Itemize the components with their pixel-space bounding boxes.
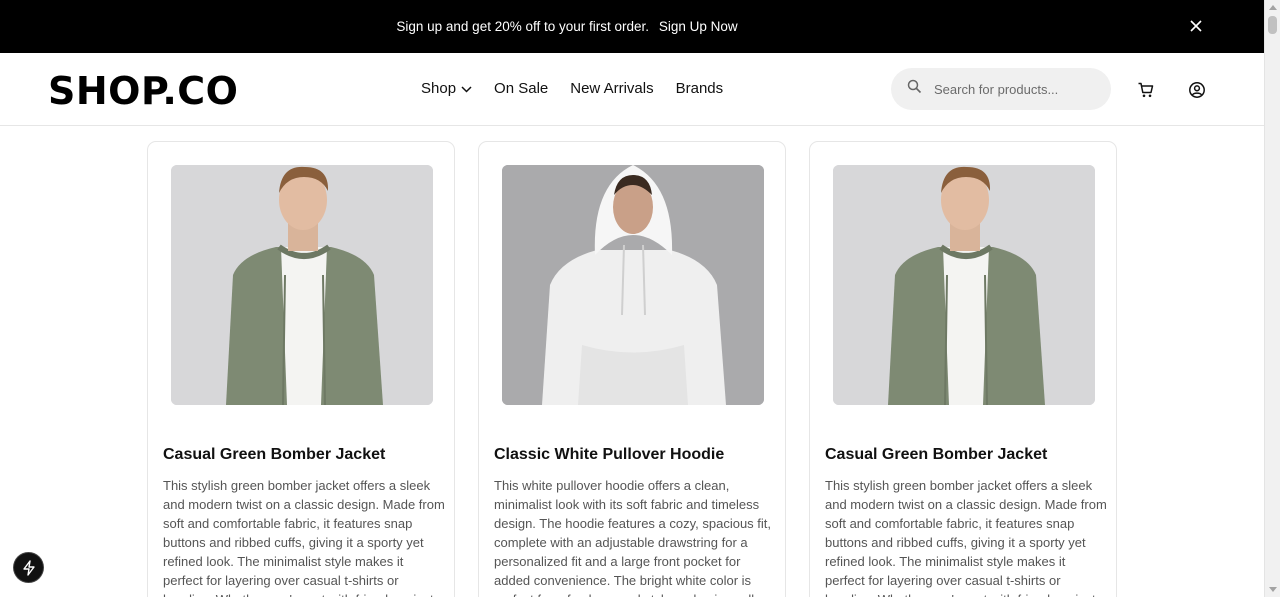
promo-bar: Sign up and get 20% off to your first or… <box>0 0 1264 53</box>
product-title[interactable]: Classic White Pullover Hoodie <box>494 446 724 464</box>
promo-message: Sign up and get 20% off to your first or… <box>396 19 737 34</box>
product-card[interactable]: Casual Green Bomber Jacket This stylish … <box>147 141 455 597</box>
product-card[interactable]: Classic White Pullover Hoodie This white… <box>478 141 786 597</box>
nav-new-arrivals[interactable]: New Arrivals <box>570 80 653 97</box>
close-icon[interactable] <box>1186 16 1206 36</box>
cart-icon[interactable] <box>1136 80 1156 100</box>
sign-up-link[interactable]: Sign Up Now <box>659 19 738 34</box>
site-header: SHOP.CO Shop On Sale New Arrivals Brands <box>0 53 1264 126</box>
account-icon[interactable] <box>1187 80 1207 100</box>
search-icon <box>907 79 922 99</box>
page-scrollbar[interactable] <box>1264 0 1280 597</box>
nav-on-sale[interactable]: On Sale <box>494 80 548 97</box>
scrollbar-thumb[interactable] <box>1268 16 1277 34</box>
scroll-down-icon[interactable] <box>1269 587 1277 592</box>
product-description: This stylish green bomber jacket offers … <box>163 478 445 597</box>
search-bar[interactable] <box>891 68 1111 110</box>
nav-shop-label: Shop <box>421 80 457 97</box>
product-title[interactable]: Casual Green Bomber Jacket <box>825 446 1047 464</box>
product-image[interactable] <box>171 165 433 405</box>
nav-shop[interactable]: Shop <box>421 80 472 97</box>
product-image[interactable] <box>502 165 764 405</box>
promo-text: Sign up and get 20% off to your first or… <box>396 19 650 34</box>
product-title[interactable]: Casual Green Bomber Jacket <box>163 446 385 464</box>
scroll-up-icon[interactable] <box>1269 5 1277 10</box>
green-jacket-illustration <box>833 165 1095 405</box>
green-jacket-illustration <box>171 165 433 405</box>
product-grid: Casual Green Bomber Jacket This stylish … <box>147 141 1117 597</box>
main-nav: Shop On Sale New Arrivals Brands <box>421 80 723 97</box>
nav-brands[interactable]: Brands <box>676 80 724 97</box>
chevron-down-icon <box>461 80 472 97</box>
white-hoodie-illustration <box>502 165 764 405</box>
search-input[interactable] <box>934 81 1094 97</box>
product-description: This white pullover hoodie offers a clea… <box>494 478 772 597</box>
logo[interactable]: SHOP.CO <box>48 69 238 113</box>
product-description: This stylish green bomber jacket offers … <box>825 478 1107 597</box>
lightning-icon[interactable] <box>14 553 43 582</box>
product-image[interactable] <box>833 165 1095 405</box>
product-card[interactable]: Casual Green Bomber Jacket This stylish … <box>809 141 1117 597</box>
